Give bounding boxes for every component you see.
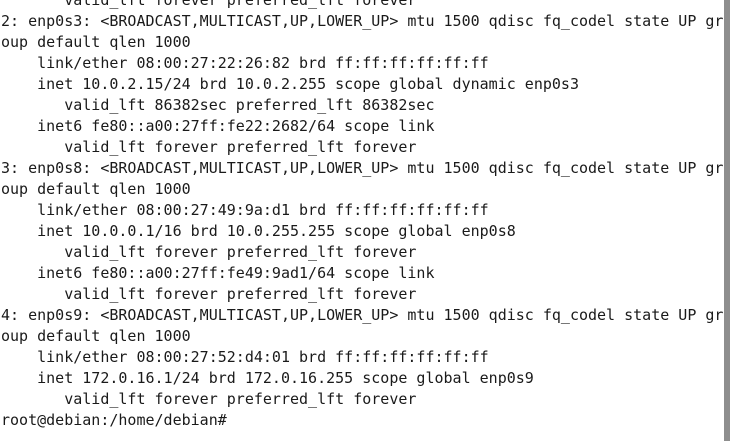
terminal-line: 3: enp0s8: <BROADCAST,MULTICAST,UP,LOWER… [1, 159, 724, 177]
terminal-line: valid_lft forever preferred_lft forever [1, 285, 417, 303]
terminal-line: 2: enp0s3: <BROADCAST,MULTICAST,UP,LOWER… [1, 12, 724, 30]
terminal-line: oup default qlen 1000 [1, 180, 191, 198]
scrollbar-thumb[interactable] [724, 0, 730, 441]
terminal-line: link/ether 08:00:27:49:9a:d1 brd ff:ff:f… [1, 201, 489, 219]
scrollbar[interactable] [723, 0, 730, 441]
shell-prompt: root@debian:/home/debian# [1, 411, 236, 429]
terminal-line: oup default qlen 1000 [1, 327, 191, 345]
terminal-output[interactable]: valid_lft forever preferred_lft forever 2… [1, 0, 723, 431]
terminal-line: inet6 fe80::a00:27ff:fe49:9ad1/64 scope … [1, 264, 435, 282]
terminal-line: 4: enp0s9: <BROADCAST,MULTICAST,UP,LOWER… [1, 306, 724, 324]
terminal-line: valid_lft forever preferred_lft forever [1, 243, 417, 261]
terminal-line: inet 10.0.0.1/16 brd 10.0.255.255 scope … [1, 222, 516, 240]
terminal-line: link/ether 08:00:27:52:d4:01 brd ff:ff:f… [1, 348, 489, 366]
terminal-line: oup default qlen 1000 [1, 33, 191, 51]
terminal-line: valid_lft 86382sec preferred_lft 86382se… [1, 96, 435, 114]
terminal-line: valid_lft forever preferred_lft forever [1, 138, 417, 156]
terminal-line: link/ether 08:00:27:22:26:82 brd ff:ff:f… [1, 54, 489, 72]
terminal-line: valid_lft forever preferred_lft forever [1, 390, 417, 408]
terminal-line: inet6 fe80::a00:27ff:fe22:2682/64 scope … [1, 117, 435, 135]
terminal-line: inet 10.0.2.15/24 brd 10.0.2.255 scope g… [1, 75, 579, 93]
terminal-line: inet 172.0.16.1/24 brd 172.0.16.255 scop… [1, 369, 534, 387]
terminal-line: valid_lft forever preferred_lft forever [1, 0, 417, 9]
